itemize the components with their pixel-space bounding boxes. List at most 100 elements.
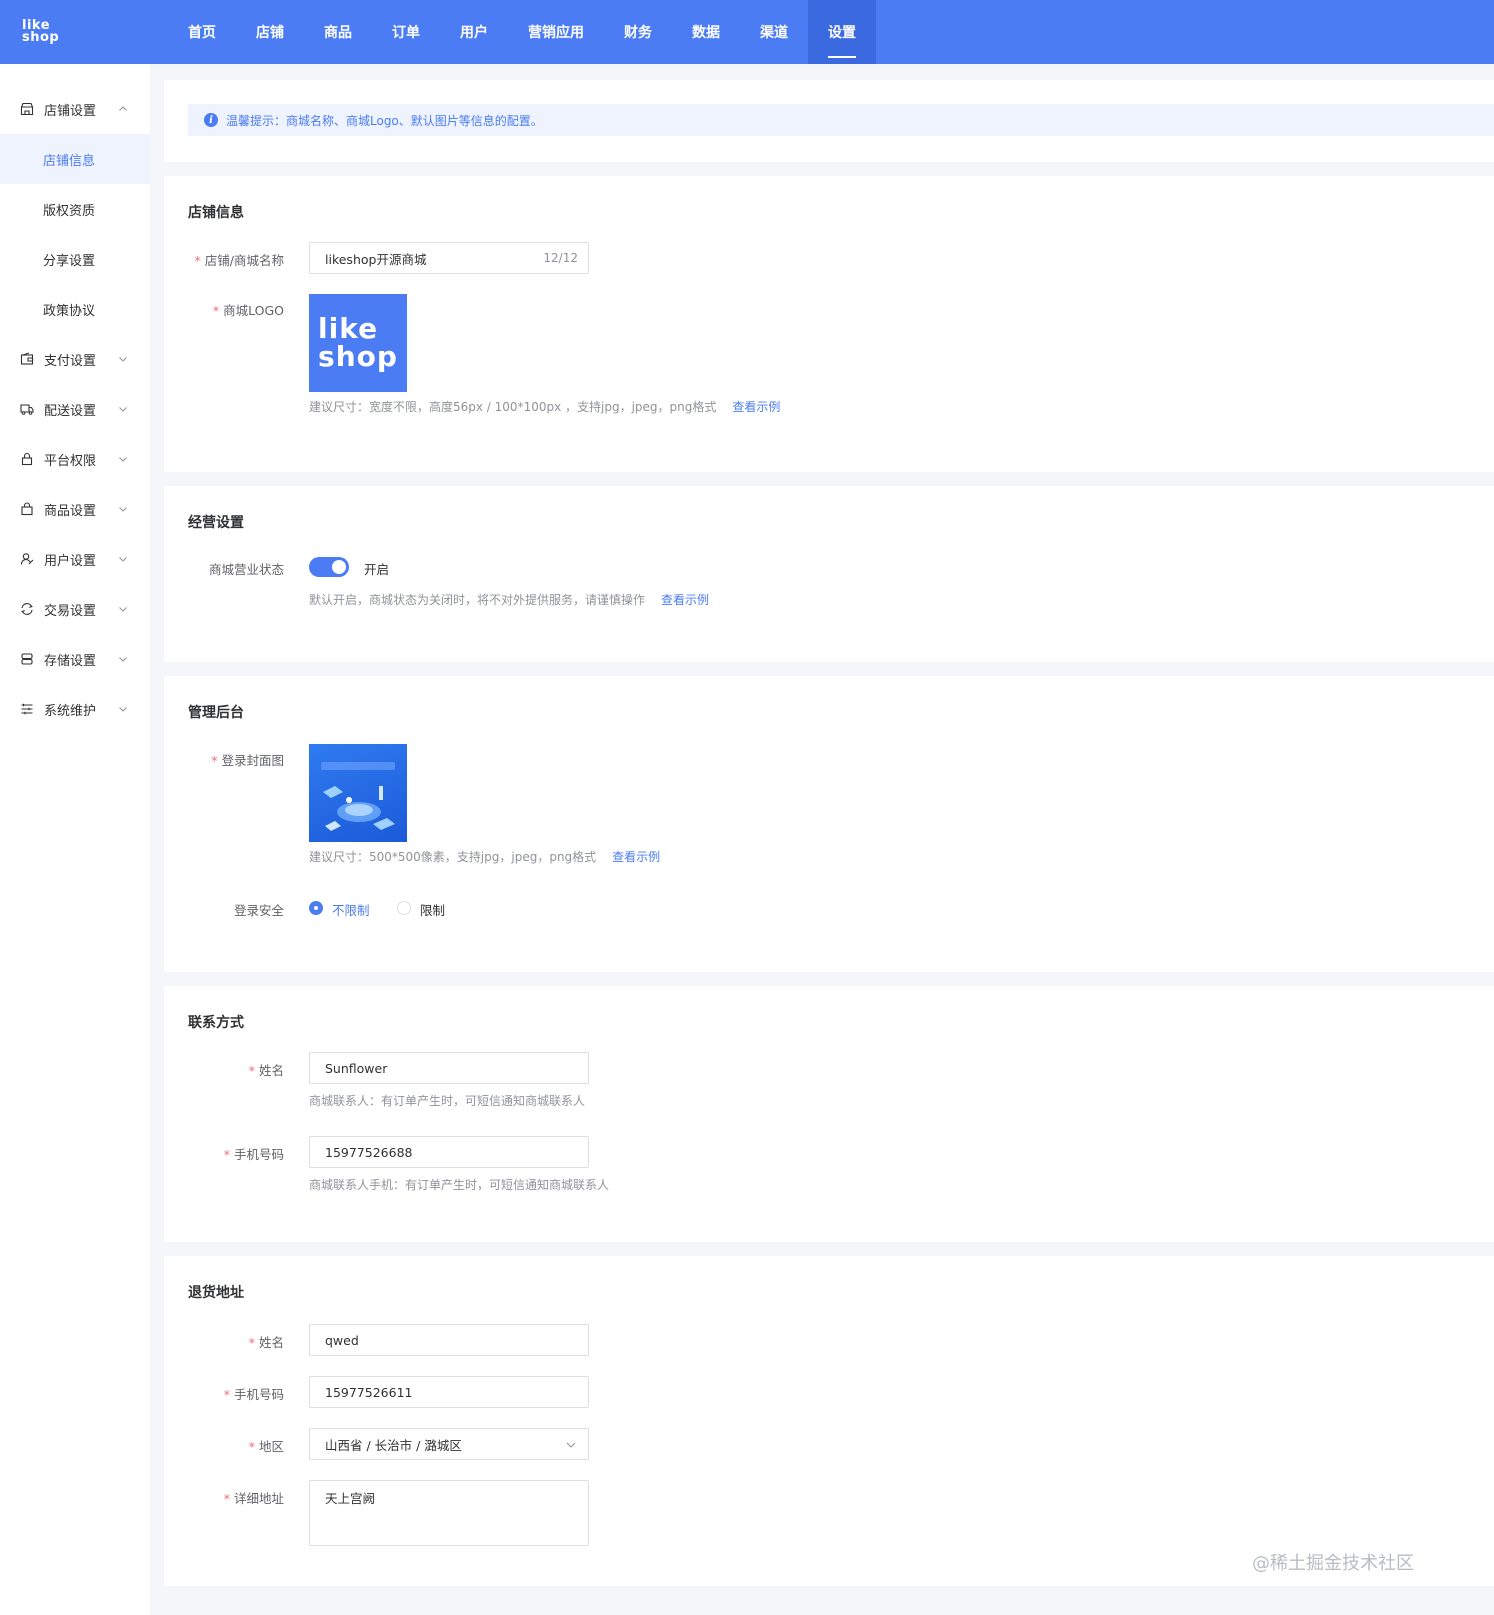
watermark: @稀土掘金技术社区 <box>1252 1553 1414 1574</box>
return-phone-input[interactable]: 15977526611 <box>309 1376 589 1408</box>
chevron-down-icon <box>119 607 127 612</box>
wallet-icon <box>20 352 34 366</box>
form-label: 登录安全 <box>233 903 284 918</box>
sidebar-group-label: 平台权限 <box>44 453 97 469</box>
cover-illustration <box>321 762 395 831</box>
sidebar-item-shop-info[interactable]: 店铺信息 <box>0 134 150 184</box>
info-icon: i <box>204 113 218 127</box>
sidebar: 店铺设置 店铺信息 版权资质 分享设置 政策协议 支付设置 配送设置 平台权限 … <box>0 64 150 1615</box>
radio-restricted[interactable] <box>397 901 411 915</box>
nav-item-settings[interactable]: 设置 <box>808 0 876 64</box>
tip-alert: i 温馨提示：商城名称、商城Logo、默认图片等信息的配置。 <box>188 104 1494 136</box>
admin-card: 管理后台 * 登录封面图 建议尺寸：500*500像素，支持jpg，jpeg，pn… <box>164 676 1494 972</box>
nav-item-shop[interactable]: 店铺 <box>236 0 304 64</box>
shop-logo-upload[interactable]: like shop <box>309 294 407 392</box>
nav-item-users[interactable]: 用户 <box>440 0 508 64</box>
chevron-down-icon <box>119 557 127 562</box>
status-help: 默认开启，商城状态为关闭时，将不对外提供服务，请谨慎操作 查看示例 <box>309 593 710 607</box>
radio-label[interactable]: 不限制 <box>332 900 370 919</box>
chevron-down-icon <box>566 1442 576 1448</box>
input-value: 山西省 / 长治市 / 潞城区 <box>325 1437 462 1453</box>
contact-phone-input[interactable]: 15977526688 <box>309 1136 589 1168</box>
chevron-down-icon <box>119 707 127 712</box>
logo-image-line1: like <box>318 312 379 345</box>
main-content: i 温馨提示：商城名称、商城Logo、默认图片等信息的配置。 店铺信息 * 店铺/… <box>164 80 1494 1586</box>
user-icon <box>20 552 34 566</box>
contact-card: 联系方式 * 姓名 Sunflower 商城联系人：有订单产生时，可短信通知商城联… <box>164 986 1494 1242</box>
nav-item-channel[interactable]: 渠道 <box>740 0 808 64</box>
storage-icon <box>20 652 34 666</box>
shop-name-input[interactable]: likeshop开源商城 12/12 <box>309 242 589 274</box>
logo-help: 建议尺寸：宽度不限，高度56px / 100*100px ，支持jpg，jpeg… <box>309 400 781 414</box>
business-card: 经营设置 商城营业状态 开启 默认开启，商城状态为关闭时，将不对外提供服务，请谨… <box>164 486 1494 662</box>
contact-phone-help: 商城联系人手机：有订单产生时，可短信通知商城联系人 <box>309 1178 610 1192</box>
nav-item-home[interactable]: 首页 <box>168 0 236 64</box>
form-label: * 地区 <box>248 1439 284 1454</box>
view-example-link[interactable]: 查看示例 <box>612 850 660 864</box>
form-label: * 手机号码 <box>223 1147 284 1162</box>
sidebar-group-trade[interactable]: 交易设置 <box>0 584 150 634</box>
brand-logo[interactable]: like shop <box>0 0 160 64</box>
contact-name-input[interactable]: Sunflower <box>309 1052 589 1084</box>
chevron-down-icon <box>119 357 127 362</box>
status-switch[interactable] <box>309 557 349 577</box>
logo-image-line2: shop <box>318 340 398 373</box>
sidebar-group-permissions[interactable]: 平台权限 <box>0 434 150 484</box>
section-title: 管理后台 <box>188 705 244 721</box>
form-label: * 姓名 <box>248 1335 284 1350</box>
return-address-card: 退货地址 * 姓名 qwed * 手机号码 15977526611 * 地区 山西省 … <box>164 1256 1494 1586</box>
form-label: * 商城LOGO <box>212 303 284 318</box>
sidebar-group-storage[interactable]: 存储设置 <box>0 634 150 684</box>
view-example-link[interactable]: 查看示例 <box>732 400 780 414</box>
sidebar-group-payment[interactable]: 支付设置 <box>0 334 150 384</box>
lock-icon <box>20 452 34 466</box>
input-value: 15977526611 <box>325 1384 413 1400</box>
sidebar-group-maintenance[interactable]: 系统维护 <box>0 684 150 734</box>
sidebar-group-shop-settings[interactable]: 店铺设置 <box>0 84 150 134</box>
return-name-input[interactable]: qwed <box>309 1324 589 1356</box>
section-title: 经营设置 <box>188 515 244 531</box>
logo-line2: shop <box>22 30 60 45</box>
address-textarea[interactable]: 天上宫阙 <box>309 1480 589 1546</box>
nav-item-finance[interactable]: 财务 <box>604 0 672 64</box>
input-value: likeshop开源商城 <box>325 251 427 267</box>
form-label: * 登录封面图 <box>211 753 284 768</box>
form-label: 商城营业状态 <box>208 562 284 577</box>
sidebar-group-label: 存储设置 <box>44 653 97 669</box>
chevron-down-icon <box>119 657 127 662</box>
nav-item-orders[interactable]: 订单 <box>372 0 440 64</box>
radio-unrestricted[interactable] <box>309 901 323 915</box>
sidebar-group-label: 用户设置 <box>44 553 97 569</box>
sidebar-group-users[interactable]: 用户设置 <box>0 534 150 584</box>
form-label: * 详细地址 <box>223 1491 284 1506</box>
nav-item-data[interactable]: 数据 <box>672 0 740 64</box>
sidebar-group-delivery[interactable]: 配送设置 <box>0 384 150 434</box>
sidebar-item-policy[interactable]: 政策协议 <box>0 284 150 334</box>
region-cascader[interactable]: 山西省 / 长治市 / 潞城区 <box>309 1428 589 1460</box>
tip-card: i 温馨提示：商城名称、商城Logo、默认图片等信息的配置。 <box>164 80 1494 162</box>
sidebar-group-label: 交易设置 <box>44 603 97 619</box>
sidebar-group-label: 商品设置 <box>44 503 97 519</box>
chevron-up-icon <box>119 106 127 111</box>
sidebar-item-share[interactable]: 分享设置 <box>0 234 150 284</box>
shop-info-card: 店铺信息 * 店铺/商城名称 likeshop开源商城 12/12 * 商城LOGO… <box>164 176 1494 472</box>
chevron-down-icon <box>119 457 127 462</box>
switch-text: 开启 <box>364 562 390 577</box>
form-label: * 手机号码 <box>223 1387 284 1402</box>
main-nav: 首页 店铺 商品 订单 用户 营销应用 财务 数据 渠道 设置 <box>168 0 876 64</box>
nav-item-marketing[interactable]: 营销应用 <box>508 0 604 64</box>
view-example-link[interactable]: 查看示例 <box>661 593 709 607</box>
tip-text: 温馨提示：商城名称、商城Logo、默认图片等信息的配置。 <box>226 113 543 128</box>
input-value: qwed <box>325 1332 359 1348</box>
nav-item-goods[interactable]: 商品 <box>304 0 372 64</box>
truck-icon <box>20 402 34 416</box>
sidebar-item-copyright[interactable]: 版权资质 <box>0 184 150 234</box>
sidebar-group-label: 系统维护 <box>44 703 97 719</box>
sidebar-group-goods[interactable]: 商品设置 <box>0 484 150 534</box>
radio-label[interactable]: 限制 <box>420 900 445 919</box>
cover-help: 建议尺寸：500*500像素，支持jpg，jpeg，png格式 查看示例 <box>309 850 661 864</box>
sidebar-group-label: 配送设置 <box>44 403 97 419</box>
sidebar-group-label: 支付设置 <box>44 353 97 369</box>
bag-icon <box>20 502 34 516</box>
login-cover-upload[interactable] <box>309 744 407 842</box>
